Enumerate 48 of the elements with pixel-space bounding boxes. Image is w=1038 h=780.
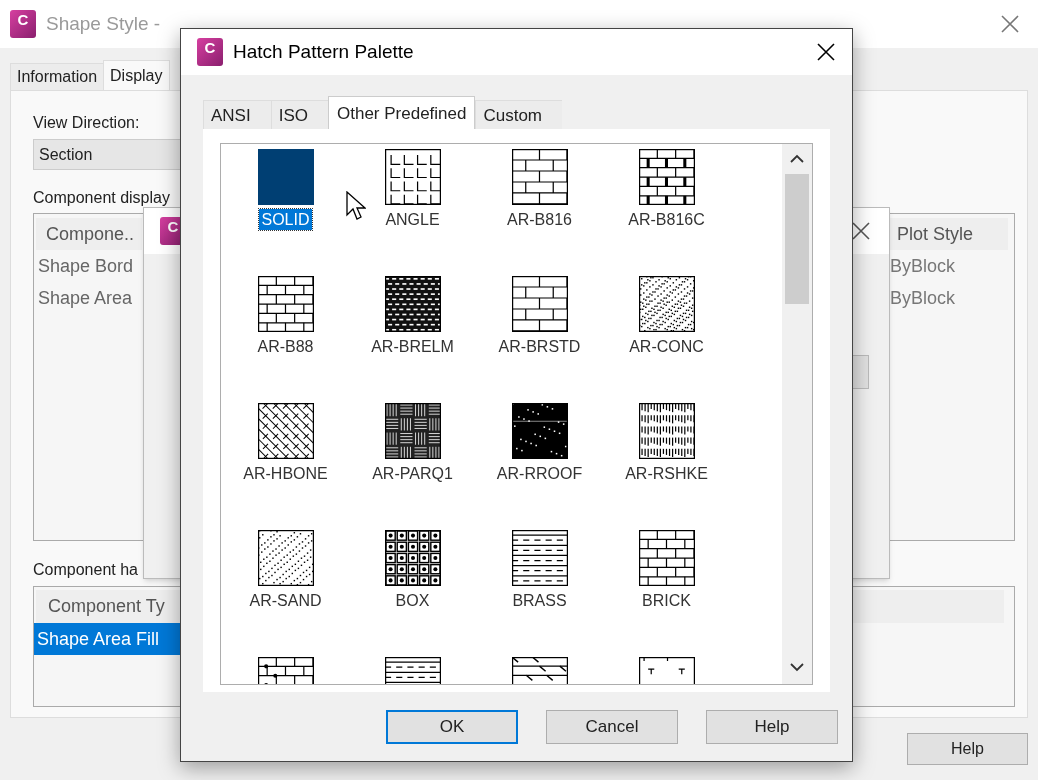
dialog-button[interactable]: OK bbox=[386, 709, 518, 744]
app-icon: C bbox=[197, 38, 223, 66]
pattern-swatch[interactable] bbox=[638, 530, 695, 586]
pattern-swatch[interactable] bbox=[638, 149, 695, 205]
scrollbar[interactable] bbox=[782, 144, 812, 684]
pattern-swatch[interactable] bbox=[384, 276, 441, 332]
scroll-up-icon[interactable] bbox=[790, 154, 804, 164]
scroll-down-icon[interactable] bbox=[790, 662, 804, 672]
pattern-swatch[interactable] bbox=[384, 403, 441, 459]
pattern-swatch[interactable] bbox=[257, 403, 314, 459]
pattern-swatch[interactable] bbox=[638, 403, 695, 459]
tab[interactable]: ANSI bbox=[203, 100, 271, 129]
dialog-button[interactable]: Help bbox=[706, 709, 838, 744]
tab[interactable]: Custom bbox=[475, 100, 563, 129]
table-cell-text: ByBlock bbox=[889, 254, 957, 278]
pattern-swatch[interactable] bbox=[257, 530, 314, 586]
table-cell[interactable]: Shape Area Fill bbox=[34, 623, 181, 655]
dialog-button[interactable]: Cancel bbox=[546, 709, 678, 744]
pattern-name[interactable]: SOLID bbox=[259, 209, 312, 230]
tab[interactable]: Display bbox=[103, 60, 170, 90]
window-title: Hatch Pattern Palette bbox=[233, 39, 414, 64]
table-cell[interactable]: Shape Bord bbox=[34, 250, 144, 282]
tab[interactable]: Other Predefined bbox=[328, 96, 476, 129]
help-button[interactable]: Help bbox=[907, 733, 1028, 765]
tab[interactable]: Information bbox=[10, 63, 104, 90]
pattern-swatch[interactable] bbox=[384, 149, 441, 205]
pattern-swatch[interactable] bbox=[511, 276, 568, 332]
pattern-swatch[interactable] bbox=[384, 530, 441, 586]
pattern-swatch[interactable] bbox=[638, 276, 695, 332]
close-icon[interactable] bbox=[851, 221, 871, 241]
section-label: Component display bbox=[33, 188, 170, 208]
column-header: Compone.. bbox=[36, 218, 142, 250]
close-icon[interactable] bbox=[816, 42, 836, 62]
tab[interactable]: ISO bbox=[270, 100, 328, 129]
pattern-swatch[interactable] bbox=[511, 403, 568, 459]
field-label: View Direction: bbox=[33, 113, 140, 133]
table-cell[interactable]: Shape Area bbox=[34, 282, 144, 314]
cursor-icon bbox=[346, 191, 366, 221]
pattern-swatch[interactable] bbox=[257, 149, 314, 205]
view-direction-dropdown[interactable]: Section bbox=[33, 139, 183, 170]
window-title: Shape Style - bbox=[46, 11, 161, 36]
app-icon: C bbox=[10, 10, 36, 38]
table-cell-text: ByBlock bbox=[889, 286, 957, 310]
pattern-swatch[interactable] bbox=[511, 530, 568, 586]
pattern-swatch[interactable] bbox=[257, 276, 314, 332]
scrollbar-thumb[interactable] bbox=[785, 174, 809, 304]
section-label: Component ha bbox=[33, 560, 138, 580]
pattern-swatch[interactable] bbox=[511, 149, 568, 205]
